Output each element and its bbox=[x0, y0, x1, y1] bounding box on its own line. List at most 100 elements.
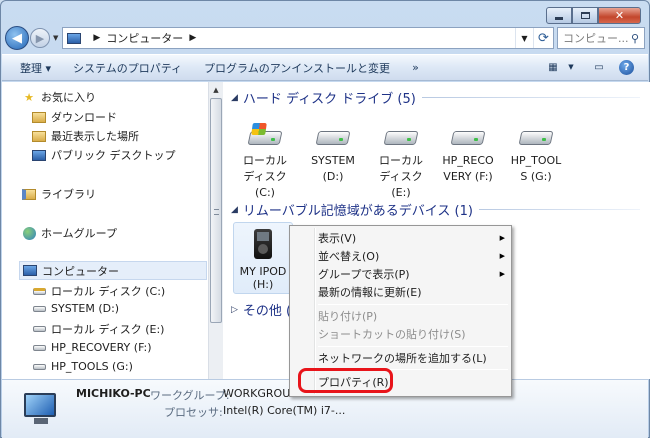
drive-label: HP_RECO bbox=[442, 154, 494, 167]
view-dropdown-icon[interactable]: ▼ bbox=[563, 59, 579, 75]
drive-label: VERY (F:) bbox=[443, 170, 493, 183]
search-input[interactable]: コンピュー... ⚲ bbox=[557, 27, 645, 49]
navigation-scrollbar[interactable]: ▲ bbox=[208, 82, 223, 379]
sidebar-item-drive-e[interactable]: ローカル ディスク (E:) bbox=[32, 321, 164, 337]
scroll-up-icon[interactable]: ▲ bbox=[209, 82, 223, 97]
organize-button[interactable]: 整理 ▾ bbox=[20, 60, 51, 76]
address-dropdown-icon[interactable]: ▼ bbox=[515, 28, 533, 48]
recent-places-icon bbox=[32, 130, 46, 142]
submenu-arrow-icon: ▶ bbox=[499, 270, 505, 278]
breadcrumb-separator-icon[interactable]: ▶ bbox=[189, 33, 196, 43]
history-dropdown-icon[interactable]: ▼ bbox=[53, 34, 58, 42]
forward-arrow-icon: ▶ bbox=[35, 31, 45, 45]
scrollbar-thumb[interactable] bbox=[210, 98, 222, 323]
sidebar-item-drive-f[interactable]: HP_RECOVERY (F:) bbox=[32, 341, 152, 354]
menu-item-add-network-location[interactable]: ネットワークの場所を追加する(L) bbox=[318, 349, 505, 367]
menu-item-label: 最新の情報に更新(E) bbox=[318, 286, 422, 299]
toolbar-right: ▦ ▼ ▭ ? bbox=[533, 59, 634, 75]
homegroup-icon bbox=[22, 226, 36, 240]
sidebar-item-label: ローカル ディスク (C:) bbox=[51, 285, 166, 298]
system-properties-button[interactable]: システムのプロパティ bbox=[73, 60, 182, 76]
group-header-removable[interactable]: ◢ リムーバブル記憶域があるデバイス (1) bbox=[231, 200, 640, 219]
uninstall-program-button[interactable]: プログラムのアンインストールと変更 bbox=[204, 60, 390, 76]
sidebar-item-recent[interactable]: 最近表示した場所 bbox=[32, 128, 139, 144]
workgroup-label: ワークグループ: bbox=[150, 389, 230, 402]
drive-tile-d[interactable]: SYSTEM (D:) bbox=[298, 125, 368, 185]
minimize-icon bbox=[555, 17, 563, 20]
drive-icon bbox=[518, 125, 554, 147]
device-tile-ipod[interactable]: MY IPOD (H:) bbox=[233, 222, 293, 294]
breadcrumb-computer[interactable]: コンピューター bbox=[106, 30, 183, 46]
menu-item-refresh[interactable]: 最新の情報に更新(E) bbox=[318, 283, 505, 301]
menu-separator bbox=[318, 346, 508, 347]
drive-label: ディスク bbox=[379, 170, 423, 183]
caption-buttons: ✕ bbox=[546, 7, 641, 24]
menu-item-group-by[interactable]: グループで表示(P) ▶ bbox=[318, 265, 505, 283]
sidebar-item-label: ホームグループ bbox=[41, 227, 118, 240]
sidebar-item-computer[interactable]: コンピューター bbox=[19, 261, 207, 280]
sidebar-item-label: HP_RECOVERY (F:) bbox=[51, 341, 152, 354]
sidebar-item-favorites[interactable]: ★ お気に入り bbox=[22, 89, 96, 105]
system-drive-icon bbox=[32, 287, 46, 295]
drive-tile-e[interactable]: ローカル ディスク (E:) bbox=[366, 125, 436, 201]
sidebar-item-libraries[interactable]: ライブラリ bbox=[22, 186, 96, 202]
sidebar-item-label: コンピューター bbox=[42, 264, 119, 278]
system-drive-icon bbox=[247, 123, 283, 147]
more-commands-button[interactable]: » bbox=[412, 61, 419, 74]
preview-pane-icon[interactable]: ▭ bbox=[591, 59, 607, 75]
refresh-icon[interactable]: ⟳ bbox=[533, 28, 553, 48]
minimize-button[interactable] bbox=[546, 7, 572, 24]
group-title: リムーバブル記憶域があるデバイス (1) bbox=[242, 204, 473, 219]
sidebar-item-label: お気に入り bbox=[41, 91, 96, 104]
drive-tile-g[interactable]: HP_TOOL S (G:) bbox=[501, 125, 571, 185]
sidebar-item-label: 最近表示した場所 bbox=[51, 130, 139, 143]
search-icon[interactable]: ⚲ bbox=[631, 32, 639, 45]
sidebar-item-public-desktop[interactable]: パブリック デスクトップ bbox=[32, 147, 176, 163]
computer-icon bbox=[23, 265, 37, 276]
sidebar-item-downloads[interactable]: ダウンロード bbox=[32, 109, 117, 125]
collapse-icon[interactable]: ◢ bbox=[231, 205, 238, 215]
menu-item-sort[interactable]: 並べ替え(O) ▶ bbox=[318, 247, 505, 265]
address-bar[interactable]: ▶ コンピューター ▶ ▼ ⟳ bbox=[62, 27, 554, 49]
drive-icon bbox=[383, 125, 419, 147]
drive-label: HP_TOOL bbox=[510, 154, 562, 167]
group-title: ハード ディスク ドライブ (5) bbox=[242, 92, 416, 107]
submenu-arrow-icon: ▶ bbox=[499, 234, 505, 242]
close-icon: ✕ bbox=[614, 9, 625, 22]
sidebar-item-drive-g[interactable]: HP_TOOLS (G:) bbox=[32, 360, 133, 373]
change-view-icon[interactable]: ▦ bbox=[545, 59, 561, 75]
sidebar-item-label: SYSTEM (D:) bbox=[51, 302, 120, 315]
downloads-folder-icon bbox=[32, 111, 46, 123]
breadcrumb-separator-icon[interactable]: ▶ bbox=[93, 33, 100, 43]
expand-icon[interactable]: ▷ bbox=[231, 305, 238, 315]
drive-label: ローカル bbox=[243, 154, 287, 167]
collapse-icon[interactable]: ◢ bbox=[231, 93, 238, 103]
menu-item-view[interactable]: 表示(V) ▶ bbox=[318, 229, 505, 247]
sidebar-item-drive-d[interactable]: SYSTEM (D:) bbox=[32, 302, 119, 315]
drive-tile-f[interactable]: HP_RECO VERY (F:) bbox=[433, 125, 503, 185]
menu-item-label: 表示(V) bbox=[318, 232, 357, 245]
menu-item-label: 貼り付け(P) bbox=[318, 310, 378, 323]
close-button[interactable]: ✕ bbox=[598, 7, 641, 24]
group-header-hdd[interactable]: ◢ ハード ディスク ドライブ (5) bbox=[231, 88, 640, 107]
sidebar-item-homegroup[interactable]: ホームグループ bbox=[22, 225, 117, 241]
group-divider bbox=[421, 97, 640, 98]
drive-icon bbox=[32, 344, 46, 351]
drive-label: ディスク bbox=[243, 170, 287, 183]
desktop-icon bbox=[32, 149, 46, 161]
back-button[interactable]: ◀ bbox=[5, 26, 29, 50]
processor-value: Intel(R) Core(TM) i7-... bbox=[223, 404, 346, 417]
grip-icon bbox=[214, 209, 219, 215]
back-arrow-icon: ◀ bbox=[12, 30, 22, 46]
navigation-pane: ★ お気に入り ダウンロード 最近表示した場所 パブリック デスクトップ ライブ… bbox=[2, 82, 208, 379]
drive-tile-c[interactable]: ローカル ディスク (C:) bbox=[230, 123, 300, 201]
navigation-bar: ◀ ▶ ▼ ▶ コンピューター ▶ ▼ ⟳ コンピュー... ⚲ bbox=[5, 25, 645, 51]
workgroup-value: WORKGROUP bbox=[223, 387, 297, 400]
sidebar-item-drive-c[interactable]: ローカル ディスク (C:) bbox=[32, 283, 165, 299]
maximize-button[interactable] bbox=[572, 7, 598, 24]
help-icon[interactable]: ? bbox=[619, 59, 634, 75]
drive-icon bbox=[32, 363, 46, 370]
device-label: (H:) bbox=[252, 278, 274, 291]
forward-button[interactable]: ▶ bbox=[30, 28, 50, 48]
sidebar-item-label: ダウンロード bbox=[51, 111, 117, 124]
